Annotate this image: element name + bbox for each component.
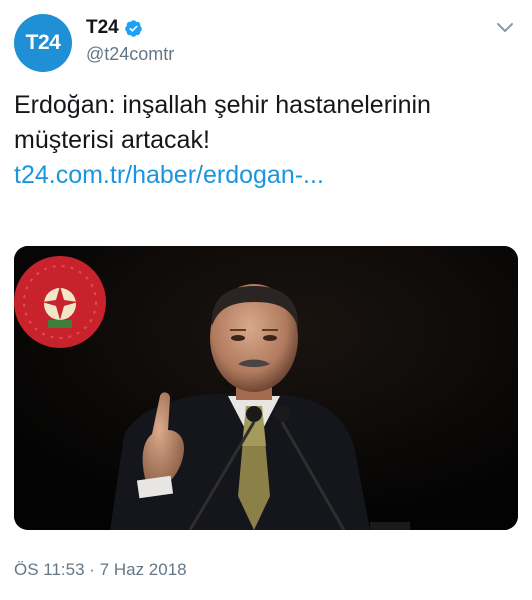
- tweet-link[interactable]: t24.com.tr/haber/erdogan-...: [14, 158, 518, 193]
- tweet-header: T24 T24 @t24comtr: [14, 14, 518, 72]
- chevron-down-icon[interactable]: [496, 22, 514, 34]
- verified-badge-icon: [124, 19, 142, 37]
- avatar[interactable]: T24: [14, 14, 72, 72]
- tweet-body: Erdoğan: inşallah şehir hastanelerinin m…: [14, 88, 518, 193]
- tweet-timestamp[interactable]: ÖS 11:53 · 7 Haz 2018: [14, 560, 187, 580]
- handle[interactable]: @t24comtr: [86, 44, 174, 65]
- tweet-media[interactable]: [14, 246, 518, 530]
- seal-emblem: [14, 256, 106, 348]
- avatar-text: T24: [25, 31, 61, 54]
- tweet-text: Erdoğan: inşallah şehir hastanelerinin m…: [14, 91, 431, 154]
- display-name[interactable]: T24: [86, 17, 119, 39]
- photo-media-icon: [14, 246, 518, 530]
- author-block[interactable]: T24 @t24comtr: [86, 15, 174, 65]
